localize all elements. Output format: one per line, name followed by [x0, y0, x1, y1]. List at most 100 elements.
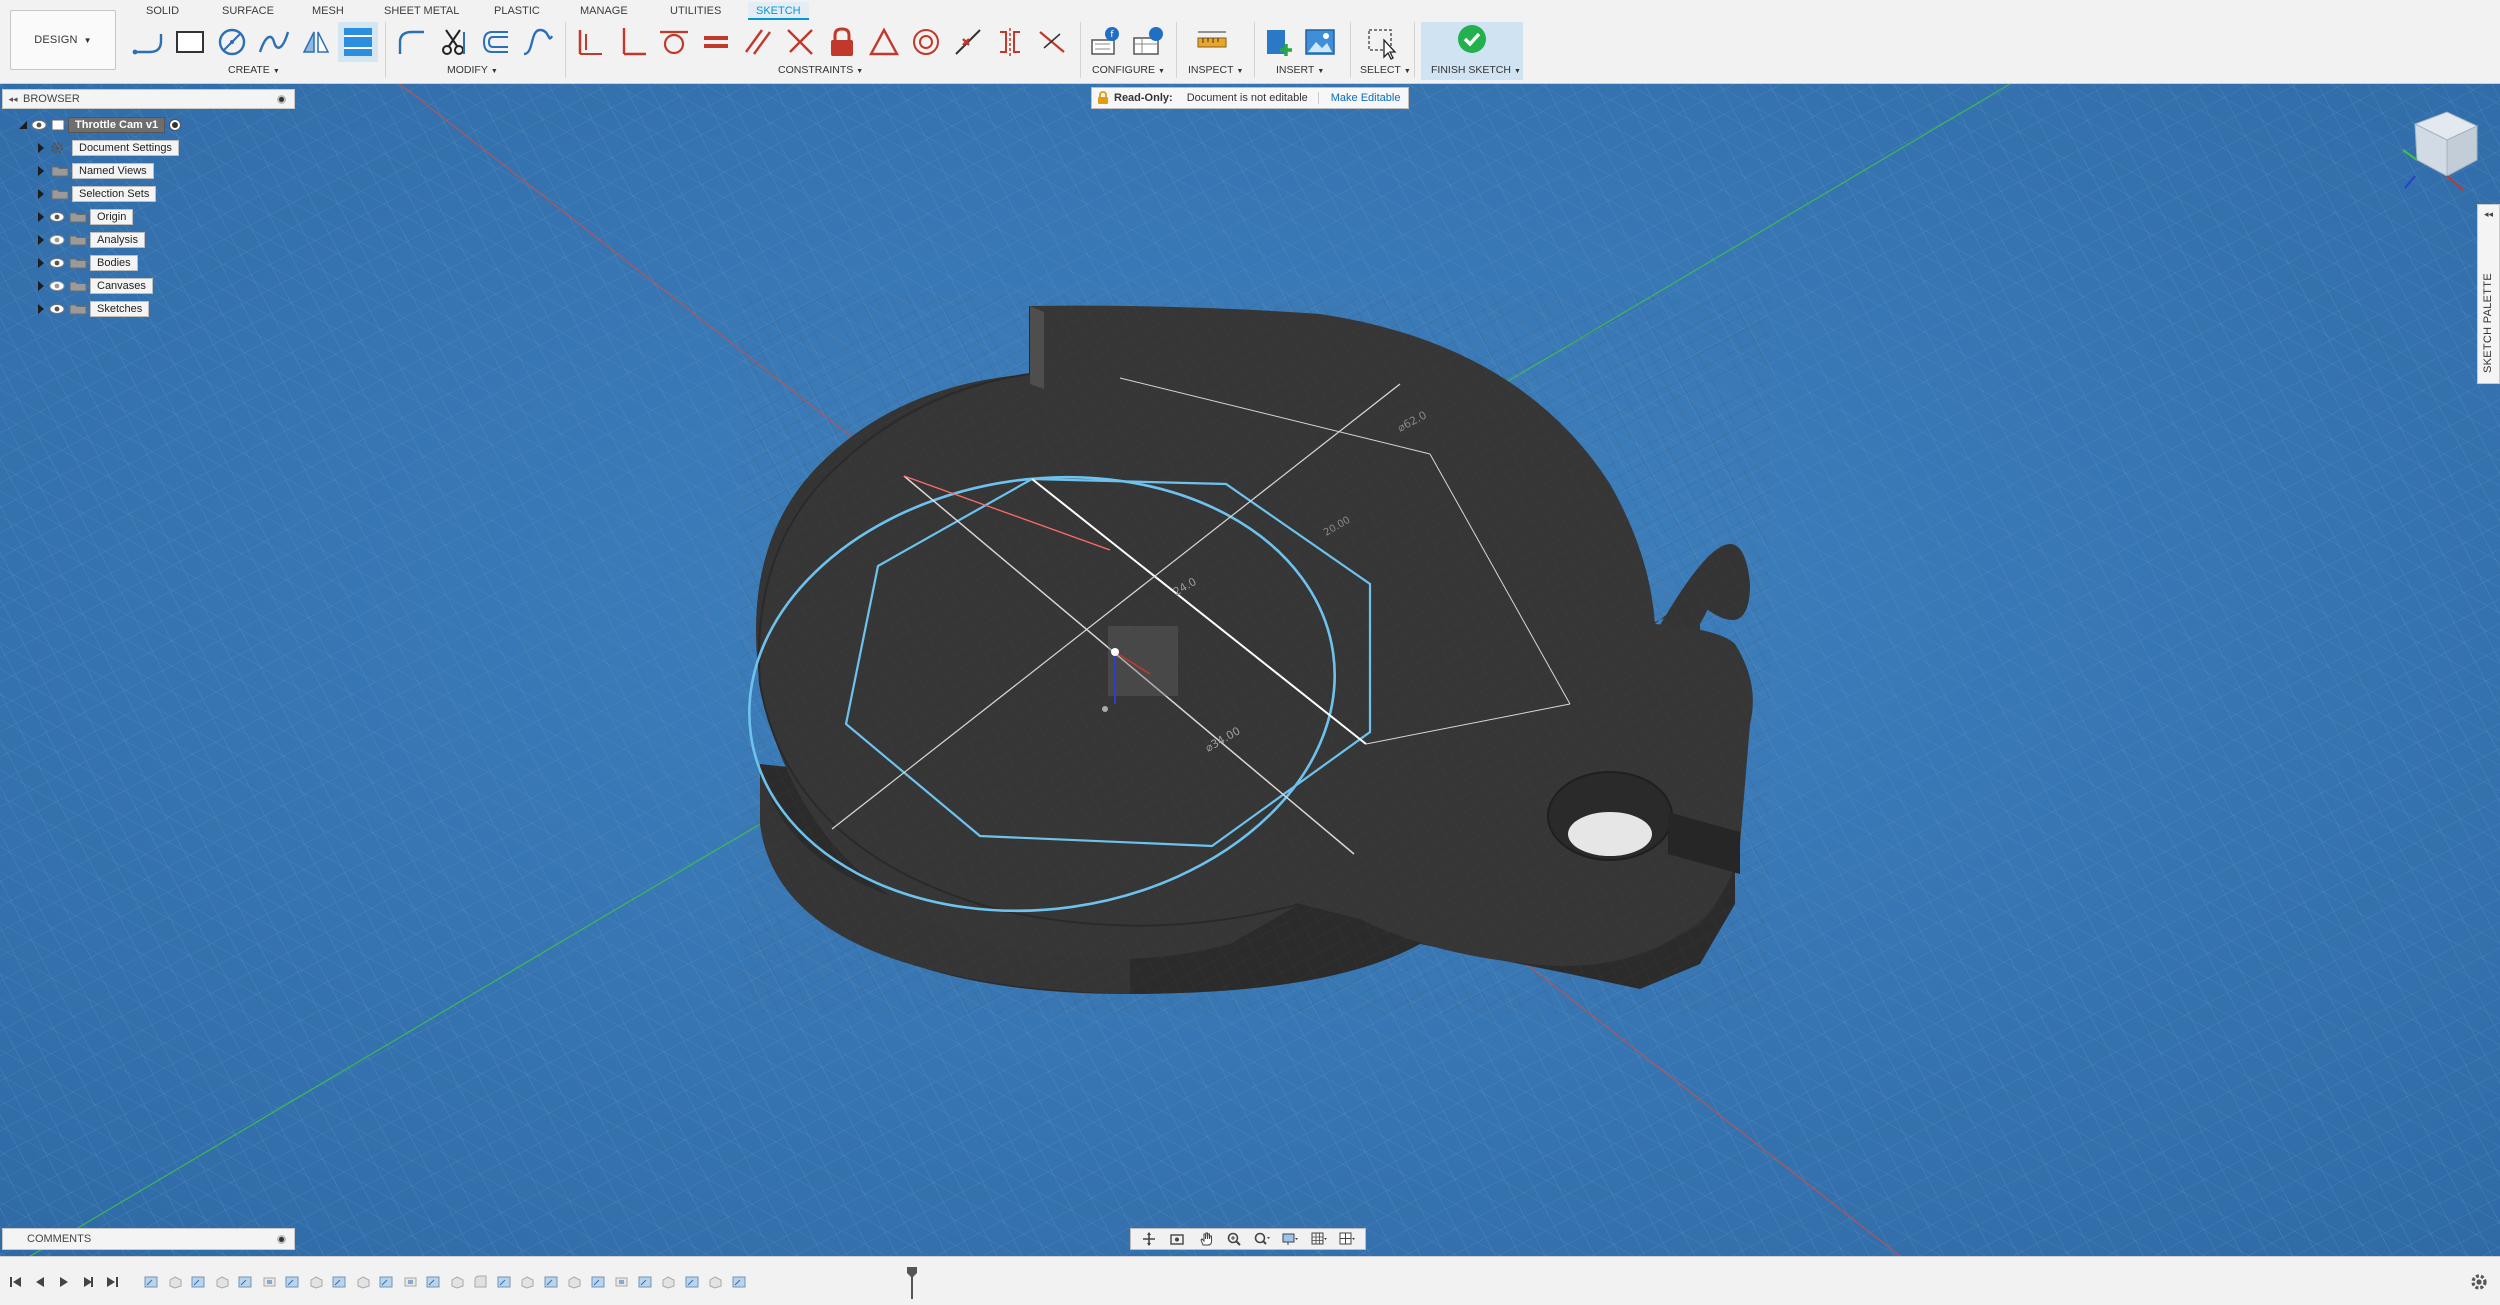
- visibility-eye-icon[interactable]: [48, 255, 66, 271]
- visibility-eye-icon[interactable]: [48, 301, 66, 317]
- expand-arrow-icon[interactable]: [34, 139, 48, 157]
- circle-tool-icon[interactable]: [212, 22, 252, 62]
- timeline-cut-icon[interactable]: [614, 1274, 629, 1289]
- expand-left-icon[interactable]: ◂◂: [2478, 209, 2499, 220]
- visibility-eye-icon[interactable]: [30, 117, 48, 133]
- timeline-previous-icon[interactable]: [30, 1272, 50, 1292]
- group-select[interactable]: SELECT ▼: [1360, 64, 1411, 78]
- tab-solid[interactable]: SOLID: [146, 2, 179, 20]
- timeline-sketch-icon[interactable]: [285, 1274, 300, 1289]
- timeline-extrude-icon[interactable]: [309, 1274, 324, 1289]
- curvature-constraint-icon[interactable]: [1032, 22, 1072, 62]
- browser-item-analysis[interactable]: Analysis: [34, 231, 145, 249]
- insert-derive-icon[interactable]: [1260, 22, 1300, 62]
- measure-icon[interactable]: [1192, 22, 1232, 62]
- zoom-icon[interactable]: [1223, 1230, 1245, 1248]
- timeline-sketch-icon[interactable]: [426, 1274, 441, 1289]
- triangle-constraint-icon[interactable]: [864, 22, 904, 62]
- line-tool-icon[interactable]: [128, 22, 168, 62]
- timeline-sketch-icon[interactable]: [732, 1274, 747, 1289]
- timeline-fillet-icon[interactable]: [473, 1274, 488, 1289]
- browser-root-item[interactable]: Throttle Cam v1: [16, 116, 182, 134]
- timeline-extrude-icon[interactable]: [567, 1274, 582, 1289]
- visibility-eye-icon[interactable]: [48, 278, 66, 294]
- configuration-table-icon[interactable]: [1128, 22, 1168, 62]
- timeline-sketch-icon[interactable]: [638, 1274, 653, 1289]
- timeline-sketch-icon[interactable]: [591, 1274, 606, 1289]
- equal-constraint-icon[interactable]: [696, 22, 736, 62]
- timeline-cut-icon[interactable]: [262, 1274, 277, 1289]
- timeline-extrude-icon[interactable]: [215, 1274, 230, 1289]
- group-modify[interactable]: MODIFY ▼: [447, 64, 498, 78]
- browser-item-sketches[interactable]: Sketches: [34, 300, 150, 318]
- viewcube[interactable]: [2385, 104, 2485, 194]
- expand-arrow-icon[interactable]: [34, 208, 48, 226]
- expand-arrow-icon[interactable]: [34, 162, 48, 180]
- curve-tool-icon[interactable]: [518, 22, 558, 62]
- timeline-first-icon[interactable]: [6, 1272, 26, 1292]
- finish-sketch-button[interactable]: FINISH SKETCH ▼: [1421, 22, 1523, 80]
- visibility-eye-icon[interactable]: [48, 209, 66, 225]
- expand-arrow-icon[interactable]: [34, 254, 48, 272]
- look-at-icon[interactable]: [1166, 1230, 1188, 1248]
- display-settings-icon[interactable]: [1279, 1230, 1301, 1248]
- timeline-sketch-icon[interactable]: [497, 1274, 512, 1289]
- timeline-extrude-icon[interactable]: [708, 1274, 723, 1289]
- tab-mesh[interactable]: MESH: [312, 2, 344, 20]
- concentric-constraint-icon[interactable]: [906, 22, 946, 62]
- lock-constraint-icon[interactable]: [822, 22, 862, 62]
- timeline-last-icon[interactable]: [102, 1272, 122, 1292]
- coincident-constraint-icon[interactable]: [780, 22, 820, 62]
- group-create[interactable]: CREATE ▼: [228, 64, 280, 78]
- viewports-icon[interactable]: [1336, 1230, 1358, 1248]
- timeline-extrude-icon[interactable]: [661, 1274, 676, 1289]
- trim-tool-icon[interactable]: [434, 22, 474, 62]
- timeline-track[interactable]: [140, 1270, 920, 1294]
- group-insert[interactable]: INSERT ▼: [1276, 64, 1324, 78]
- perpendicular-constraint-icon[interactable]: [612, 22, 652, 62]
- make-editable-link[interactable]: Make Editable: [1331, 92, 1401, 104]
- grid-settings-icon[interactable]: [1308, 1230, 1330, 1248]
- tab-manage[interactable]: MANAGE: [580, 2, 628, 20]
- timeline-play-icon[interactable]: [54, 1272, 74, 1292]
- group-constraints[interactable]: CONSTRAINTS ▼: [778, 64, 863, 78]
- collapse-arrows-icon[interactable]: ◂◂: [3, 94, 23, 105]
- activate-radio-icon[interactable]: [169, 119, 182, 131]
- expand-arrow-icon[interactable]: [16, 116, 30, 134]
- timeline-extrude-icon[interactable]: [356, 1274, 371, 1289]
- timeline-extrude-icon[interactable]: [168, 1274, 183, 1289]
- gear-icon[interactable]: [2468, 1271, 2490, 1293]
- panel-pin-icon[interactable]: [277, 1234, 286, 1244]
- tab-sheet-metal[interactable]: SHEET METAL: [384, 2, 459, 20]
- timeline-sketch-icon[interactable]: [191, 1274, 206, 1289]
- tab-plastic[interactable]: PLASTIC: [494, 2, 540, 20]
- timeline-marker[interactable]: [907, 1267, 917, 1299]
- symmetry-constraint-icon[interactable]: [990, 22, 1030, 62]
- parallel-constraint-icon[interactable]: [738, 22, 778, 62]
- parameters-icon[interactable]: f: [1086, 22, 1126, 62]
- expand-arrow-icon[interactable]: [34, 185, 48, 203]
- pan-hand-icon[interactable]: [1195, 1230, 1217, 1248]
- browser-item-canvases[interactable]: Canvases: [34, 277, 153, 295]
- timeline-extrude-icon[interactable]: [450, 1274, 465, 1289]
- timeline-sketch-icon[interactable]: [685, 1274, 700, 1289]
- timeline-sketch-icon[interactable]: [332, 1274, 347, 1289]
- expand-arrow-icon[interactable]: [34, 231, 48, 249]
- browser-item-document-settings[interactable]: Document Settings: [34, 139, 179, 157]
- fix-constraint-icon[interactable]: [570, 22, 610, 62]
- tab-surface[interactable]: SURFACE: [222, 2, 274, 20]
- orbit-icon[interactable]: [1138, 1230, 1160, 1248]
- tab-sketch[interactable]: SKETCH: [748, 2, 809, 20]
- mirror-tool-icon[interactable]: [296, 22, 336, 62]
- browser-panel-header[interactable]: ◂◂ BROWSER: [2, 89, 295, 109]
- browser-item-selection-sets[interactable]: Selection Sets: [34, 185, 157, 203]
- comments-panel[interactable]: COMMENTS: [2, 1228, 295, 1250]
- visibility-eye-icon[interactable]: [48, 232, 66, 248]
- insert-canvas-icon[interactable]: [1300, 22, 1340, 62]
- group-inspect[interactable]: INSPECT ▼: [1188, 64, 1243, 78]
- select-icon[interactable]: [1362, 22, 1402, 62]
- rectangle-tool-icon[interactable]: [170, 22, 210, 62]
- timeline-sketch-icon[interactable]: [379, 1274, 394, 1289]
- workspace-switcher[interactable]: DESIGN ▼: [10, 10, 116, 70]
- timeline-sketch-icon[interactable]: [144, 1274, 159, 1289]
